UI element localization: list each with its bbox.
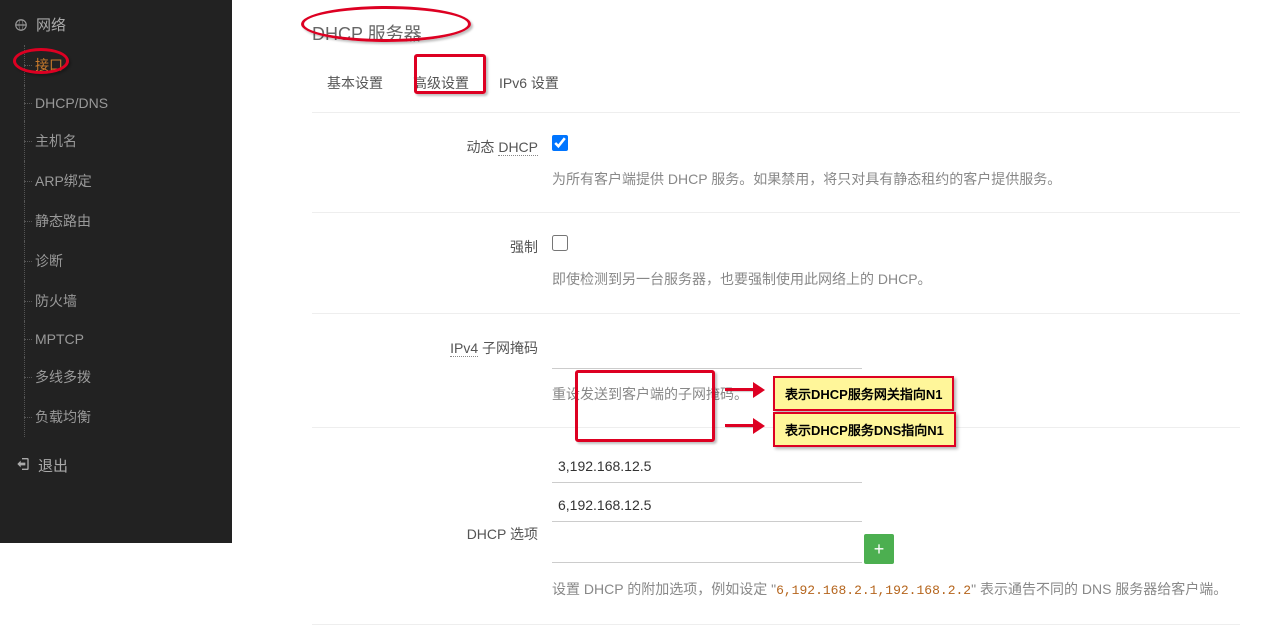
- label-force: 强制: [312, 235, 552, 257]
- label-dhcp-options: DHCP 选项: [312, 522, 552, 602]
- row-netmask: IPv4 子网掩码 重设发送到客户端的子网掩码。: [312, 314, 1240, 428]
- sidebar-section-label: 网络: [36, 14, 66, 35]
- add-button[interactable]: +: [864, 534, 894, 564]
- sidebar-item-firewall[interactable]: 防火墙: [24, 281, 232, 321]
- globe-icon: [14, 18, 28, 32]
- logout-label: 退出: [38, 455, 68, 476]
- tab-basic[interactable]: 基本设置: [312, 62, 398, 104]
- input-dhcp-option-0[interactable]: [552, 450, 862, 483]
- form: 动态 DHCP 为所有客户端提供 DHCP 服务。如果禁用，将只对具有静态租约的…: [312, 112, 1240, 625]
- logout-button[interactable]: 退出: [0, 443, 232, 488]
- sidebar-section-network[interactable]: 网络: [0, 4, 232, 45]
- input-netmask[interactable]: [552, 336, 862, 369]
- sidebar-sub: 接口 DHCP/DNS 主机名 ARP绑定 静态路由 诊断 防火墙 MPTCP …: [0, 45, 232, 437]
- tab-ipv6[interactable]: IPv6 设置: [484, 62, 574, 104]
- sidebar-item-diagnostics[interactable]: 诊断: [24, 241, 232, 281]
- input-dhcp-option-1[interactable]: [552, 489, 862, 522]
- sidebar-item-static-routes[interactable]: 静态路由: [24, 201, 232, 241]
- help-dhcp-options: 设置 DHCP 的附加选项，例如设定 "6,192.168.2.1,192.16…: [552, 578, 1240, 602]
- sidebar-item-dhcp-dns[interactable]: DHCP/DNS: [24, 85, 232, 121]
- row-dhcp-options: DHCP 选项 + 设置 DHCP 的附加选项，例如设定 "6,192.168.…: [312, 428, 1240, 625]
- sidebar: 网络 接口 DHCP/DNS 主机名 ARP绑定 静态路由 诊断 防火墙 MPT…: [0, 0, 232, 543]
- checkbox-force[interactable]: [552, 235, 568, 251]
- sidebar-item-load-balance[interactable]: 负载均衡: [24, 397, 232, 437]
- page-title: DHCP 服务器: [312, 10, 1240, 62]
- sidebar-item-mwan[interactable]: 多线多拨: [24, 357, 232, 397]
- input-dhcp-option-new[interactable]: [552, 530, 862, 563]
- row-dyn-dhcp: 动态 DHCP 为所有客户端提供 DHCP 服务。如果禁用，将只对具有静态租约的…: [312, 113, 1240, 213]
- help-dyn-dhcp: 为所有客户端提供 DHCP 服务。如果禁用，将只对具有静态租约的客户提供服务。: [552, 168, 1240, 190]
- checkbox-dyn-dhcp[interactable]: [552, 135, 568, 151]
- main-content: DHCP 服务器 基本设置 高级设置 IPv6 设置 动态 DHCP 为所有客户…: [232, 0, 1280, 543]
- sidebar-item-arp-binding[interactable]: ARP绑定: [24, 161, 232, 201]
- label-netmask: IPv4 子网掩码: [312, 336, 552, 358]
- sidebar-item-hostnames[interactable]: 主机名: [24, 121, 232, 161]
- help-netmask: 重设发送到客户端的子网掩码。: [552, 383, 1240, 405]
- tab-bar: 基本设置 高级设置 IPv6 设置: [312, 62, 1240, 104]
- row-force: 强制 即使检测到另一台服务器，也要强制使用此网络上的 DHCP。: [312, 213, 1240, 313]
- label-dyn-dhcp: 动态 DHCP: [312, 135, 552, 157]
- logout-icon: [14, 456, 38, 476]
- help-force: 即使检测到另一台服务器，也要强制使用此网络上的 DHCP。: [552, 268, 1240, 290]
- sidebar-item-mptcp[interactable]: MPTCP: [24, 321, 232, 357]
- sidebar-item-interfaces[interactable]: 接口: [24, 45, 232, 85]
- tab-advanced[interactable]: 高级设置: [398, 62, 484, 104]
